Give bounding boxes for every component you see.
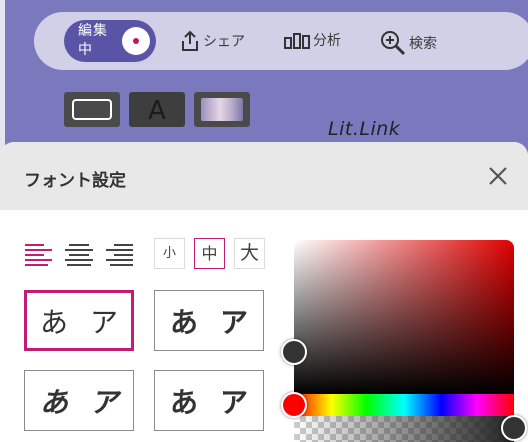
close-icon[interactable] (484, 162, 512, 190)
font-option-rounded[interactable]: あ ア (24, 370, 134, 431)
share-icon (182, 30, 198, 51)
analytics-button[interactable]: 分析 (284, 30, 341, 50)
opacity-slider[interactable] (294, 416, 514, 442)
font-sample-katakana: ア (90, 385, 119, 419)
edit-mode-toggle[interactable]: 編集中 (64, 20, 156, 62)
font-settings-panel: フォント設定 小 中 大 あ ア あ ア あ ア あ ア (0, 142, 528, 442)
edit-mode-knob (122, 27, 150, 55)
align-left-icon[interactable] (24, 240, 54, 270)
text-tool-icon: A (148, 96, 166, 126)
hue-slider[interactable] (294, 394, 514, 416)
font-option-gothic-light[interactable]: あ ア (24, 290, 134, 351)
edit-mode-label: 編集中 (78, 23, 108, 58)
align-center-icon[interactable] (64, 240, 94, 270)
search-label: 検索 (409, 36, 437, 52)
font-sample-hiragana: あ (39, 385, 68, 419)
font-size-large-button[interactable]: 大 (234, 238, 265, 269)
image-icon (201, 98, 243, 121)
font-size-small-button[interactable]: 小 (154, 238, 185, 269)
analytics-label: 分析 (313, 33, 341, 49)
text-tool-button[interactable]: A (129, 92, 185, 127)
font-sample-katakana: ア (90, 305, 119, 339)
font-option-gothic-bold[interactable]: あ ア (154, 290, 264, 351)
font-sample-hiragana: あ (39, 305, 68, 339)
search-plus-icon (381, 31, 406, 56)
rectangle-icon (72, 99, 112, 120)
image-tool-button[interactable] (194, 92, 250, 127)
box-tool-button[interactable] (64, 92, 120, 127)
align-right-icon[interactable] (104, 240, 134, 270)
panel-title: フォント設定 (24, 171, 126, 191)
share-label: シェア (203, 34, 245, 50)
opacity-slider-handle[interactable] (501, 415, 527, 441)
hue-slider-handle[interactable] (281, 392, 307, 418)
search-button[interactable]: 検索 (380, 30, 437, 56)
color-saturation-area[interactable] (294, 240, 514, 394)
font-sample-katakana: ア (220, 385, 249, 419)
font-sample-hiragana: あ (169, 385, 198, 419)
font-size-medium-button[interactable]: 中 (194, 238, 225, 269)
bar-chart-icon (284, 33, 310, 49)
logo: Lit.Link (328, 118, 401, 140)
font-option-serif-bold[interactable]: あ ア (154, 370, 264, 431)
share-button[interactable]: シェア (180, 30, 245, 52)
font-sample-hiragana: あ (169, 305, 198, 339)
color-saturation-handle[interactable] (281, 339, 307, 365)
font-sample-katakana: ア (220, 305, 249, 339)
